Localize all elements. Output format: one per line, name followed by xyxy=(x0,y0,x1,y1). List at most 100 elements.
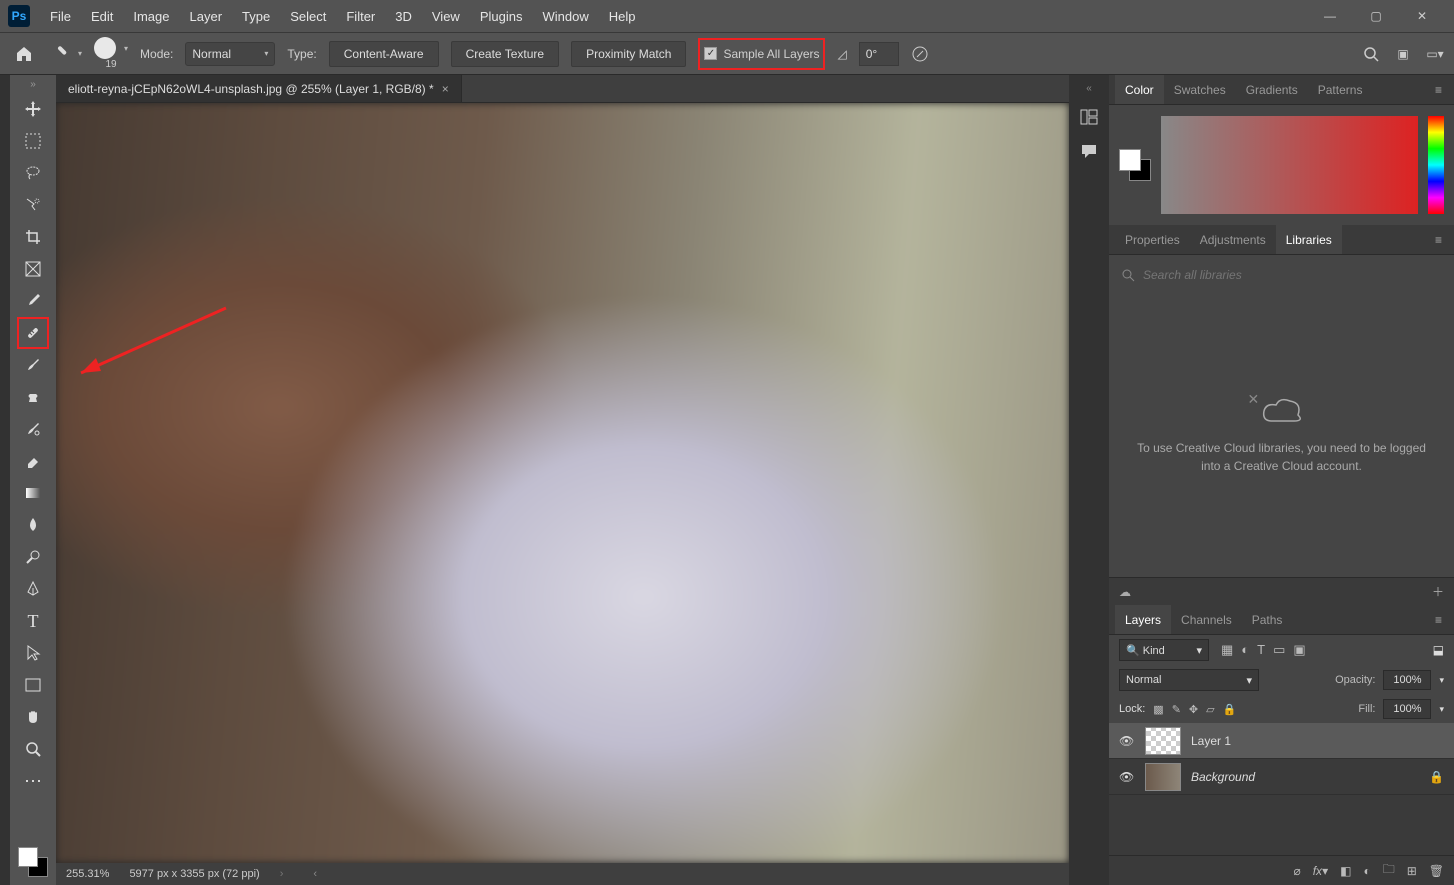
proximity-match-button[interactable]: Proximity Match xyxy=(571,41,686,67)
eraser-tool[interactable] xyxy=(17,445,49,477)
filter-type-icon[interactable]: T xyxy=(1257,642,1265,658)
menu-file[interactable]: File xyxy=(40,9,81,24)
filter-smart-icon[interactable]: ▣ xyxy=(1293,642,1305,658)
menu-layer[interactable]: Layer xyxy=(180,9,233,24)
adjustment-layer-icon[interactable]: ◐ xyxy=(1363,864,1370,878)
opacity-caret-icon[interactable]: ▾ xyxy=(1439,675,1444,686)
menu-edit[interactable]: Edit xyxy=(81,9,123,24)
fill-caret-icon[interactable]: ▾ xyxy=(1439,704,1444,715)
create-texture-button[interactable]: Create Texture xyxy=(451,41,560,67)
foreground-background-colors[interactable] xyxy=(18,847,48,877)
tab-libraries[interactable]: Libraries xyxy=(1276,225,1342,254)
workspace-switcher[interactable]: ▭▾ xyxy=(1426,45,1444,63)
new-layer-icon[interactable]: ⊞ xyxy=(1407,864,1417,878)
filter-toggle-icon[interactable]: ⬓ xyxy=(1433,643,1444,657)
rectangle-tool[interactable] xyxy=(17,669,49,701)
menu-type[interactable]: Type xyxy=(232,9,280,24)
search-icon[interactable] xyxy=(1362,45,1380,63)
tab-layers[interactable]: Layers xyxy=(1115,605,1171,634)
menu-select[interactable]: Select xyxy=(280,9,336,24)
pen-tool[interactable] xyxy=(17,573,49,605)
history-brush-tool[interactable] xyxy=(17,413,49,445)
pressure-size-icon[interactable] xyxy=(911,45,929,63)
menu-image[interactable]: Image xyxy=(123,9,179,24)
menu-3d[interactable]: 3D xyxy=(385,9,422,24)
tab-patterns[interactable]: Patterns xyxy=(1308,75,1373,104)
layer-row-background[interactable]: 👁 Background 🔒 xyxy=(1109,759,1454,795)
close-tab-icon[interactable]: × xyxy=(442,82,449,96)
foreground-color[interactable] xyxy=(18,847,38,867)
delete-layer-icon[interactable]: 🗑 xyxy=(1429,864,1444,878)
sample-all-layers-checkbox[interactable]: ✓ xyxy=(704,47,717,60)
fill-input[interactable]: 100% xyxy=(1383,699,1431,719)
layer-row-layer1[interactable]: 👁 Layer 1 xyxy=(1109,723,1454,759)
color-panel-swatches[interactable] xyxy=(1119,149,1151,181)
tab-gradients[interactable]: Gradients xyxy=(1236,75,1308,104)
move-tool[interactable] xyxy=(17,93,49,125)
tab-paths[interactable]: Paths xyxy=(1242,605,1293,634)
crop-tool[interactable] xyxy=(17,221,49,253)
menu-plugins[interactable]: Plugins xyxy=(470,9,533,24)
healing-brush-tool[interactable] xyxy=(17,317,49,349)
layers-panel-menu-icon[interactable]: ≡ xyxy=(1429,613,1448,627)
maximize-button[interactable]: ▢ xyxy=(1362,6,1390,26)
opacity-input[interactable]: 100% xyxy=(1383,670,1431,690)
panel-icon-1[interactable] xyxy=(1078,106,1100,128)
menu-view[interactable]: View xyxy=(422,9,470,24)
color-field[interactable] xyxy=(1161,116,1418,214)
comments-icon[interactable] xyxy=(1078,140,1100,162)
tab-swatches[interactable]: Swatches xyxy=(1164,75,1236,104)
zoom-tool[interactable] xyxy=(17,733,49,765)
lock-artboard-icon[interactable]: ▱ xyxy=(1206,703,1214,716)
layer-filter-kind[interactable]: 🔍 Kind▾ xyxy=(1119,639,1209,661)
tool-preset-picker[interactable]: ▾ xyxy=(50,44,82,64)
menu-window[interactable]: Window xyxy=(532,9,598,24)
content-aware-button[interactable]: Content-Aware xyxy=(329,41,439,67)
layer-mask-icon[interactable]: ◧ xyxy=(1340,864,1351,878)
minimize-button[interactable]: — xyxy=(1316,6,1344,26)
menu-filter[interactable]: Filter xyxy=(336,9,385,24)
libraries-search[interactable] xyxy=(1109,255,1454,295)
layer-fx-icon[interactable]: fx▾ xyxy=(1313,864,1328,878)
brush-tool[interactable] xyxy=(17,349,49,381)
scrollbar-left-icon[interactable]: ‹ xyxy=(313,868,317,880)
lock-position-icon[interactable]: ✥ xyxy=(1189,703,1198,716)
layer-thumbnail[interactable] xyxy=(1145,727,1181,755)
lock-all-icon[interactable]: 🔒 xyxy=(1223,703,1237,716)
frame-tool[interactable] xyxy=(17,253,49,285)
tab-adjustments[interactable]: Adjustments xyxy=(1190,225,1276,254)
lock-pixels-icon[interactable]: ✎ xyxy=(1172,703,1181,716)
gradient-tool[interactable] xyxy=(17,477,49,509)
color-panel-menu-icon[interactable]: ≡ xyxy=(1429,83,1448,97)
layer-group-icon[interactable]: 🗀 xyxy=(1383,860,1395,881)
libraries-search-input[interactable] xyxy=(1143,268,1442,282)
tab-channels[interactable]: Channels xyxy=(1171,605,1242,634)
hue-slider[interactable] xyxy=(1428,116,1444,214)
filter-shape-icon[interactable]: ▭ xyxy=(1273,642,1285,658)
blend-mode-select[interactable]: Normal▾ xyxy=(1119,669,1259,691)
filter-pixel-icon[interactable]: ▦ xyxy=(1221,642,1233,658)
canvas[interactable] xyxy=(56,103,1069,863)
brush-preset-picker[interactable]: ▾ 19 xyxy=(94,37,128,70)
link-layers-icon[interactable]: ⌀ xyxy=(1293,864,1300,878)
lock-transparency-icon[interactable]: ▩ xyxy=(1153,703,1163,716)
hand-tool[interactable] xyxy=(17,701,49,733)
path-selection-tool[interactable] xyxy=(17,637,49,669)
edit-toolbar-button[interactable]: ⋯ xyxy=(17,765,49,797)
menu-help[interactable]: Help xyxy=(599,9,646,24)
home-button[interactable] xyxy=(10,40,38,68)
lasso-tool[interactable] xyxy=(17,157,49,189)
tab-properties[interactable]: Properties xyxy=(1115,225,1190,254)
tab-color[interactable]: Color xyxy=(1115,75,1164,104)
toolbar-handle[interactable]: » xyxy=(30,79,36,93)
mode-select[interactable]: Normal▾ xyxy=(185,42,275,66)
add-library-icon[interactable]: ＋ xyxy=(1432,583,1444,600)
dodge-tool[interactable] xyxy=(17,541,49,573)
properties-panel-menu-icon[interactable]: ≡ xyxy=(1429,233,1448,247)
quick-selection-tool[interactable] xyxy=(17,189,49,221)
visibility-icon[interactable]: 👁 xyxy=(1119,770,1135,784)
status-caret-icon[interactable]: › xyxy=(280,868,284,880)
visibility-icon[interactable]: 👁 xyxy=(1119,734,1135,748)
zoom-level[interactable]: 255.31% xyxy=(66,868,109,880)
angle-input[interactable]: 0° xyxy=(859,42,899,66)
